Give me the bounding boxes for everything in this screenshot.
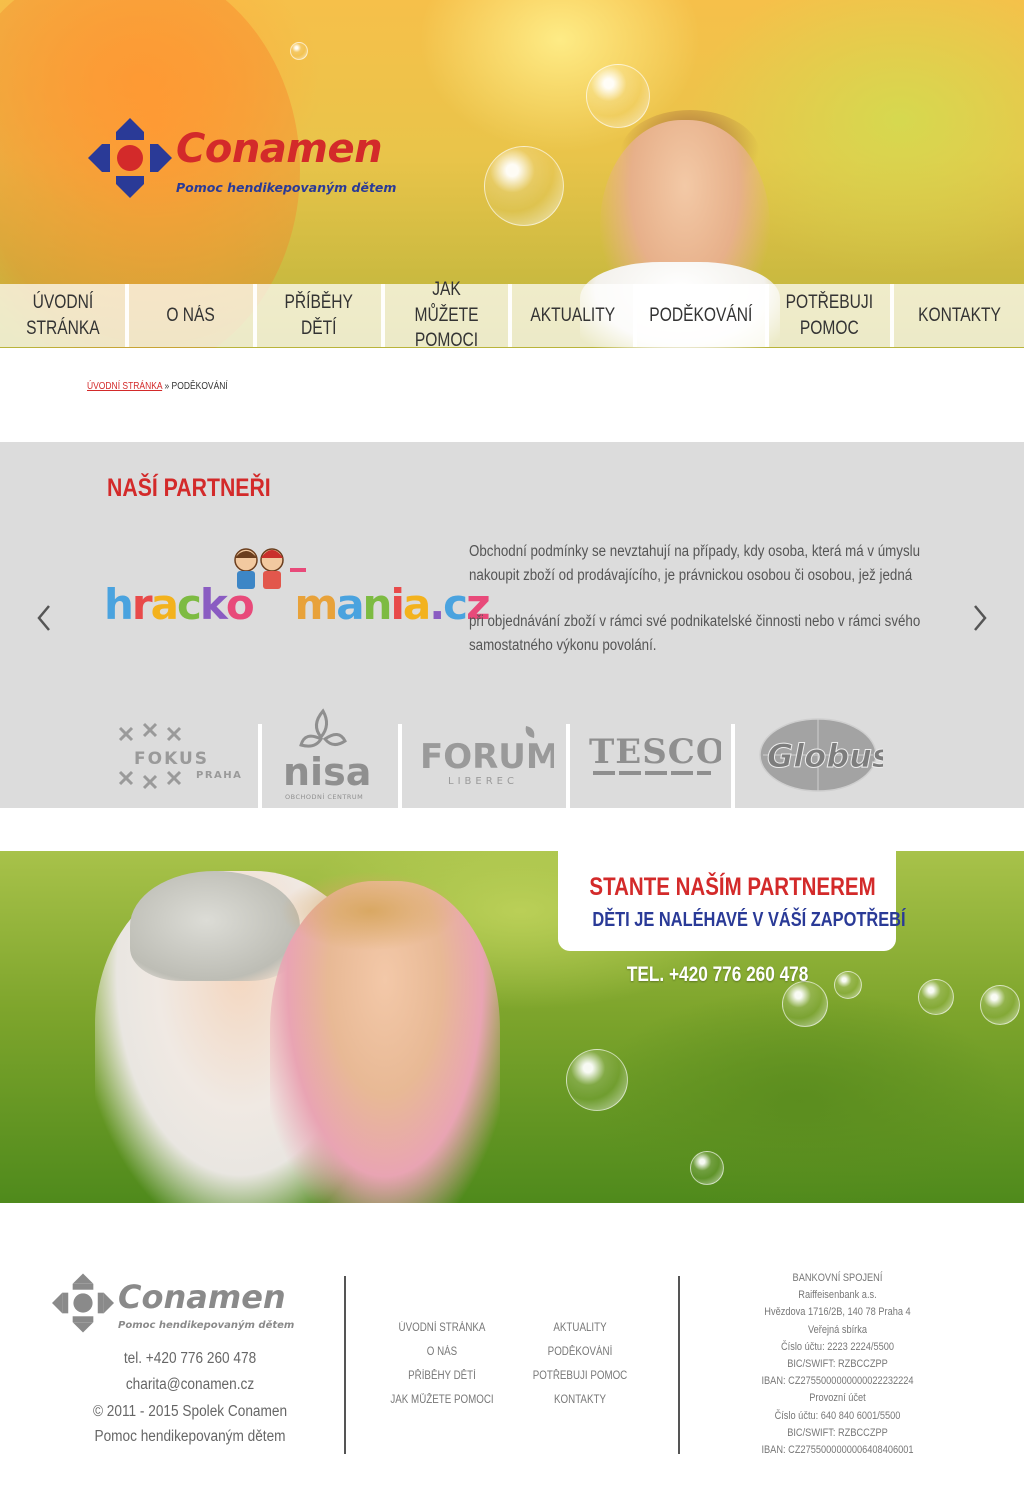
partner-description-paragraph: při objednávání zboží v rámci své podnik… bbox=[469, 613, 921, 654]
footer-divider bbox=[678, 1276, 680, 1454]
nav-item-kontakty[interactable]: KONTAKTY bbox=[894, 284, 1024, 347]
bank-operating-iban: IBAN: CZ2755000000006408406001 bbox=[761, 1444, 914, 1457]
footer-copyright: © 2011 - 2015 Spolek Conamen bbox=[92, 1403, 288, 1420]
footer-link-aktuality[interactable]: AKTUALITY bbox=[529, 1316, 631, 1340]
svg-text:LIBEREC: LIBEREC bbox=[448, 776, 518, 787]
footer-link-podekovani[interactable]: PODĚKOVÁNÍ bbox=[529, 1340, 631, 1364]
become-partner-banner: STANTE NAŠÍM PARTNEREM DĚTI JE NALÉHAVÉ … bbox=[0, 851, 1024, 1203]
svg-text:nisa: nisa bbox=[283, 750, 371, 794]
partners-title: NAŠÍ PARTNEŘI bbox=[107, 474, 271, 502]
nav-item-o-nas[interactable]: O NÁS bbox=[129, 284, 257, 347]
nav-item-uvodni-stranka[interactable]: ÚVODNÍ STRÁNKA bbox=[0, 284, 129, 347]
carousel-next-arrow-icon[interactable] bbox=[969, 600, 991, 636]
soap-bubble bbox=[586, 64, 650, 128]
soap-bubble bbox=[290, 42, 308, 60]
footer-phone[interactable]: tel. +420 776 260 478 bbox=[84, 1346, 295, 1372]
footer-link-potrebuji-pomoc[interactable]: POTŘEBUJI POMOC bbox=[529, 1364, 631, 1388]
featured-partner-description: Obchodní podmínky se nevztahují na přípa… bbox=[469, 540, 949, 658]
bank-collection-swift: BIC/SWIFT: RZBCCZPP bbox=[787, 1358, 888, 1371]
breadcrumb-current: PODĚKOVÁNÍ bbox=[171, 381, 228, 392]
cta-title: STANTE NAŠÍM PARTNEREM bbox=[589, 873, 876, 901]
featured-partner-logo-hrackomania[interactable]: hrackommania.cz bbox=[104, 542, 491, 638]
site-logo[interactable]: Conamen Pomoc hendikepovaným dětem bbox=[88, 118, 418, 198]
footer-link-kontakty[interactable]: KONTAKTY bbox=[529, 1388, 631, 1412]
breadcrumb-home-link[interactable]: ÚVODNÍ STRÁNKA bbox=[87, 381, 162, 392]
nav-item-jak-muzete-pomoci[interactable]: JAK MŮŽETE POMOCI bbox=[385, 279, 512, 351]
nav-item-aktuality[interactable]: AKTUALITY bbox=[512, 284, 637, 347]
partners-section: NAŠÍ PARTNEŘI hrackommania.cz Obchodní p… bbox=[0, 442, 1024, 808]
bank-operating-label: Provozní účet bbox=[809, 1392, 866, 1405]
conamen-logo-icon bbox=[52, 1273, 114, 1333]
cta-photo-girl-hair bbox=[280, 871, 460, 951]
partner-description-paragraph: Obchodní podmínky se nevztahují na přípa… bbox=[469, 543, 920, 584]
soap-bubble bbox=[566, 1049, 628, 1111]
footer-divider bbox=[344, 1276, 346, 1454]
partner-logo-forum[interactable]: FORUM LIBEREC bbox=[402, 702, 566, 808]
breadcrumb-separator: » bbox=[164, 381, 170, 392]
bank-operating-account: Číslo účtu: 640 840 6001/5500 bbox=[774, 1409, 901, 1422]
footer-contact: tel. +420 776 260 478 charita@conamen.cz… bbox=[70, 1346, 310, 1448]
cta-photo-boy-cap bbox=[130, 871, 300, 981]
partner-logo-fokus[interactable]: FOKUS PRAHA bbox=[100, 702, 258, 808]
nav-item-potrebuji-pomoc[interactable]: POTŘEBUJI POMOC bbox=[769, 284, 894, 347]
soap-bubble bbox=[980, 985, 1020, 1025]
footer-link-pribehy-deti[interactable]: PŘÍBĚHY DĚTÍ bbox=[386, 1364, 498, 1388]
bank-details: BANKOVNÍ SPOJENÍ Raiffeisenbank a.s. Hvě… bbox=[735, 1270, 940, 1459]
soap-bubble bbox=[690, 1151, 724, 1185]
svg-text:Globus: Globus bbox=[767, 737, 883, 775]
conamen-logo-icon bbox=[88, 118, 172, 198]
bank-heading: BANKOVNÍ SPOJENÍ bbox=[792, 1272, 883, 1284]
nav-item-podekovani[interactable]: PODĚKOVÁNÍ bbox=[637, 284, 769, 347]
bank-address: Hvězdova 1716/2B, 140 78 Praha 4 bbox=[764, 1306, 911, 1319]
logo-tagline: Pomoc hendikepovaným dětem bbox=[176, 180, 397, 195]
carousel-prev-arrow-icon[interactable] bbox=[33, 600, 55, 636]
partner-logo-nisa[interactable]: nisa OBCHODNÍ CENTRUM bbox=[262, 702, 398, 808]
footer-links-col1: ÚVODNÍ STRÁNKA O NÁS PŘÍBĚHY DĚTÍ JAK MŮ… bbox=[376, 1316, 508, 1412]
logo-wordmark: Conamen bbox=[176, 126, 383, 172]
bank-collection-iban: IBAN: CZ2755000000000022232224 bbox=[761, 1375, 914, 1388]
partner-logos-row: FOKUS PRAHA nisa OBCHODNÍ CENTRUM FORUM … bbox=[100, 702, 900, 808]
footer-link-jak-muzete-pomoci[interactable]: JAK MŮŽETE POMOCI bbox=[386, 1388, 498, 1412]
hrackomania-wordmark: hrackommania.cz bbox=[104, 580, 491, 629]
footer-logo[interactable]: Conamen Pomoc hendikepovaným dětem bbox=[52, 1272, 312, 1336]
svg-text:FORUM: FORUM bbox=[420, 737, 554, 777]
soap-bubble bbox=[918, 979, 954, 1015]
bank-name: Raiffeisenbank a.s. bbox=[798, 1289, 877, 1302]
svg-text:FOKUS: FOKUS bbox=[134, 749, 209, 769]
breadcrumb: ÚVODNÍ STRÁNKA » PODĚKOVÁNÍ bbox=[87, 381, 228, 392]
cta-heading-box: STANTE NAŠÍM PARTNEREM DĚTI JE NALÉHAVÉ … bbox=[558, 851, 906, 951]
footer-copyright-tagline: Pomoc hendikepovaným dětem bbox=[94, 1428, 286, 1445]
bank-collection-account: Číslo účtu: 2223 2224/5500 bbox=[780, 1340, 895, 1353]
bank-operating-swift: BIC/SWIFT: RZBCCZPP bbox=[787, 1426, 888, 1439]
footer-logo-wordmark: Conamen bbox=[118, 1278, 286, 1316]
partner-logo-globus[interactable]: Globus bbox=[735, 702, 900, 808]
soap-bubble bbox=[782, 981, 828, 1027]
svg-text:TESCO: TESCO bbox=[589, 732, 721, 772]
svg-text:OBCHODNÍ CENTRUM: OBCHODNÍ CENTRUM bbox=[285, 792, 363, 801]
cta-subtitle: DĚTI JE NALÉHAVÉ V VÁŠÍ ZAPOTŘEBÍ bbox=[592, 909, 906, 931]
soap-bubble bbox=[484, 146, 564, 226]
footer-link-uvodni-stranka[interactable]: ÚVODNÍ STRÁNKA bbox=[386, 1316, 498, 1340]
svg-text:PRAHA: PRAHA bbox=[196, 770, 242, 781]
main-navigation: ÚVODNÍ STRÁNKA O NÁS PŘÍBĚHY DĚTÍ JAK MŮ… bbox=[0, 279, 1024, 351]
nav-item-pribehy-deti[interactable]: PŘÍBĚHY DĚTÍ bbox=[257, 284, 385, 347]
cta-phone[interactable]: TEL. +420 776 260 478 bbox=[558, 963, 878, 987]
footer-logo-tagline: Pomoc hendikepovaným dětem bbox=[118, 1320, 295, 1331]
footer-email[interactable]: charita@conamen.cz bbox=[84, 1372, 295, 1398]
partner-logo-tesco[interactable]: TESCO bbox=[570, 702, 731, 808]
bank-collection-label: Veřejná sbírka bbox=[807, 1323, 868, 1336]
footer-links-col2: AKTUALITY PODĚKOVÁNÍ POTŘEBUJI POMOC KON… bbox=[520, 1316, 640, 1412]
footer-link-o-nas[interactable]: O NÁS bbox=[386, 1340, 498, 1364]
